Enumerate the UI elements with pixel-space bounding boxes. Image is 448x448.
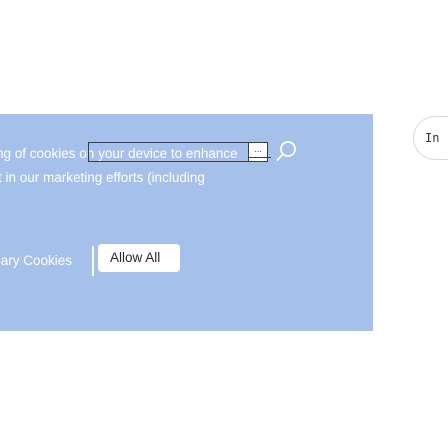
- more-options-button[interactable]: ...: [248, 142, 268, 162]
- text-selection-highlight: [88, 142, 249, 162]
- side-button[interactable]: In: [413, 116, 448, 160]
- selection-underline: [248, 157, 271, 158]
- search-icon[interactable]: [276, 140, 298, 162]
- allow-all-button[interactable]: Allow All: [98, 244, 180, 272]
- cookie-banner-text-line-2: t in our marketing efforts (including: [0, 170, 205, 185]
- cookie-consent-banner: ng of cookies on your device to enhance …: [0, 114, 373, 331]
- necessary-cookies-button[interactable]: sary Cookies: [0, 246, 94, 276]
- page: ng of cookies on your device to enhance …: [0, 0, 448, 448]
